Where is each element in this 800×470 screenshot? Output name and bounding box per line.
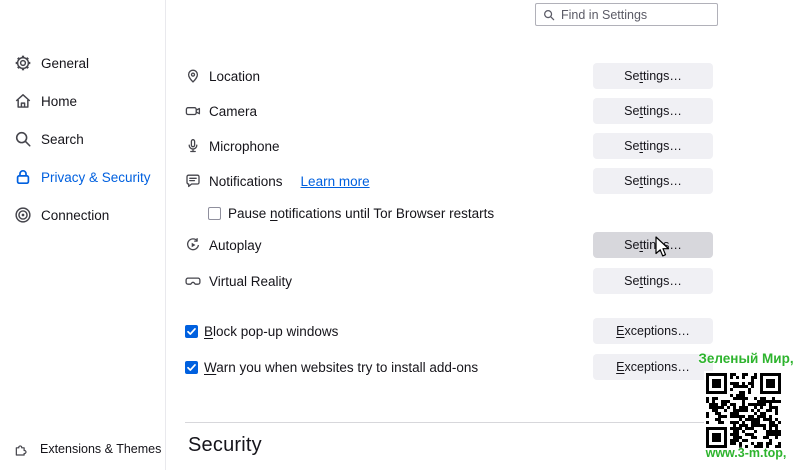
search-input[interactable] [561, 8, 710, 22]
permission-row-location: Location Settings… [185, 63, 713, 89]
sidebar-item-general[interactable]: General [14, 51, 89, 75]
microphone-settings-button[interactable]: Settings… [593, 133, 713, 159]
notifications-settings-button[interactable]: Settings… [593, 168, 713, 194]
addons-exceptions-button[interactable]: Exceptions… [593, 354, 713, 380]
warn-addons-checkbox[interactable] [185, 361, 198, 374]
section-divider [185, 422, 770, 423]
qr-code [704, 371, 783, 450]
permission-label: Location [209, 69, 260, 84]
permission-label: Microphone [209, 139, 280, 154]
location-icon [185, 68, 201, 84]
security-section-title: Security [188, 434, 262, 457]
learn-more-link[interactable]: Learn more [301, 174, 370, 189]
gear-icon [14, 54, 32, 72]
search-icon [543, 9, 555, 21]
permission-label: Camera [209, 104, 257, 119]
sidebar-item-label: Search [41, 132, 84, 147]
warn-addons-label: Warn you when websites try to install ad… [204, 360, 478, 375]
notifications-icon [185, 173, 201, 189]
sidebar-item-connection[interactable]: Connection [14, 203, 109, 227]
warn-addons-row: Warn you when websites try to install ad… [185, 354, 713, 380]
search-icon [14, 130, 32, 148]
pause-notifications-checkbox[interactable] [208, 207, 221, 220]
puzzle-icon [14, 442, 29, 457]
connection-icon [14, 206, 32, 224]
location-settings-button[interactable]: Settings… [593, 63, 713, 89]
sidebar-item-label: Extensions & Themes [40, 442, 161, 456]
permission-label: Virtual Reality [209, 274, 292, 289]
vr-settings-button[interactable]: Settings… [593, 268, 713, 294]
lock-icon [14, 168, 32, 186]
home-icon [14, 92, 32, 110]
block-popups-label: Block pop-up windows [204, 324, 338, 339]
sidebar-item-label: Home [41, 94, 77, 109]
watermark-url: www.3-m.top, [698, 446, 794, 460]
permission-row-notifications: Notifications Learn more Settings… [185, 168, 713, 194]
block-popups-row: Block pop-up windows Exceptions… [185, 318, 713, 344]
autoplay-icon [185, 237, 201, 253]
sidebar-item-label: Connection [41, 208, 109, 223]
permission-row-autoplay: Autoplay Settings… [185, 232, 713, 258]
sidebar-item-label: Privacy & Security [41, 170, 151, 185]
sidebar-item-extensions-themes[interactable]: Extensions & Themes [14, 437, 161, 461]
settings-page: General Home Search Pri [0, 0, 800, 470]
pause-notifications-label: Pause notifications until Tor Browser re… [228, 206, 494, 221]
vr-headset-icon [185, 273, 201, 289]
sidebar-item-label: General [41, 56, 89, 71]
sidebar-item-home[interactable]: Home [14, 89, 77, 113]
sidebar-item-privacy-security[interactable]: Privacy & Security [14, 165, 151, 189]
permission-label: Notifications [209, 174, 283, 189]
permission-label: Autoplay [209, 238, 262, 253]
autoplay-settings-button[interactable]: Settings… [593, 232, 713, 258]
popup-exceptions-button[interactable]: Exceptions… [593, 318, 713, 344]
permission-row-camera: Camera Settings… [185, 98, 713, 124]
sidebar: General Home Search Pri [0, 0, 166, 470]
camera-settings-button[interactable]: Settings… [593, 98, 713, 124]
find-in-settings-box [535, 3, 718, 26]
block-popups-checkbox[interactable] [185, 325, 198, 338]
pause-notifications-row: Pause notifications until Tor Browser re… [208, 201, 713, 225]
permission-row-virtual-reality: Virtual Reality Settings… [185, 268, 713, 294]
permission-row-microphone: Microphone Settings… [185, 133, 713, 159]
watermark-title: Зеленый Мир, [698, 351, 794, 366]
camera-icon [185, 103, 201, 119]
microphone-icon [185, 138, 201, 154]
sidebar-item-search[interactable]: Search [14, 127, 84, 151]
